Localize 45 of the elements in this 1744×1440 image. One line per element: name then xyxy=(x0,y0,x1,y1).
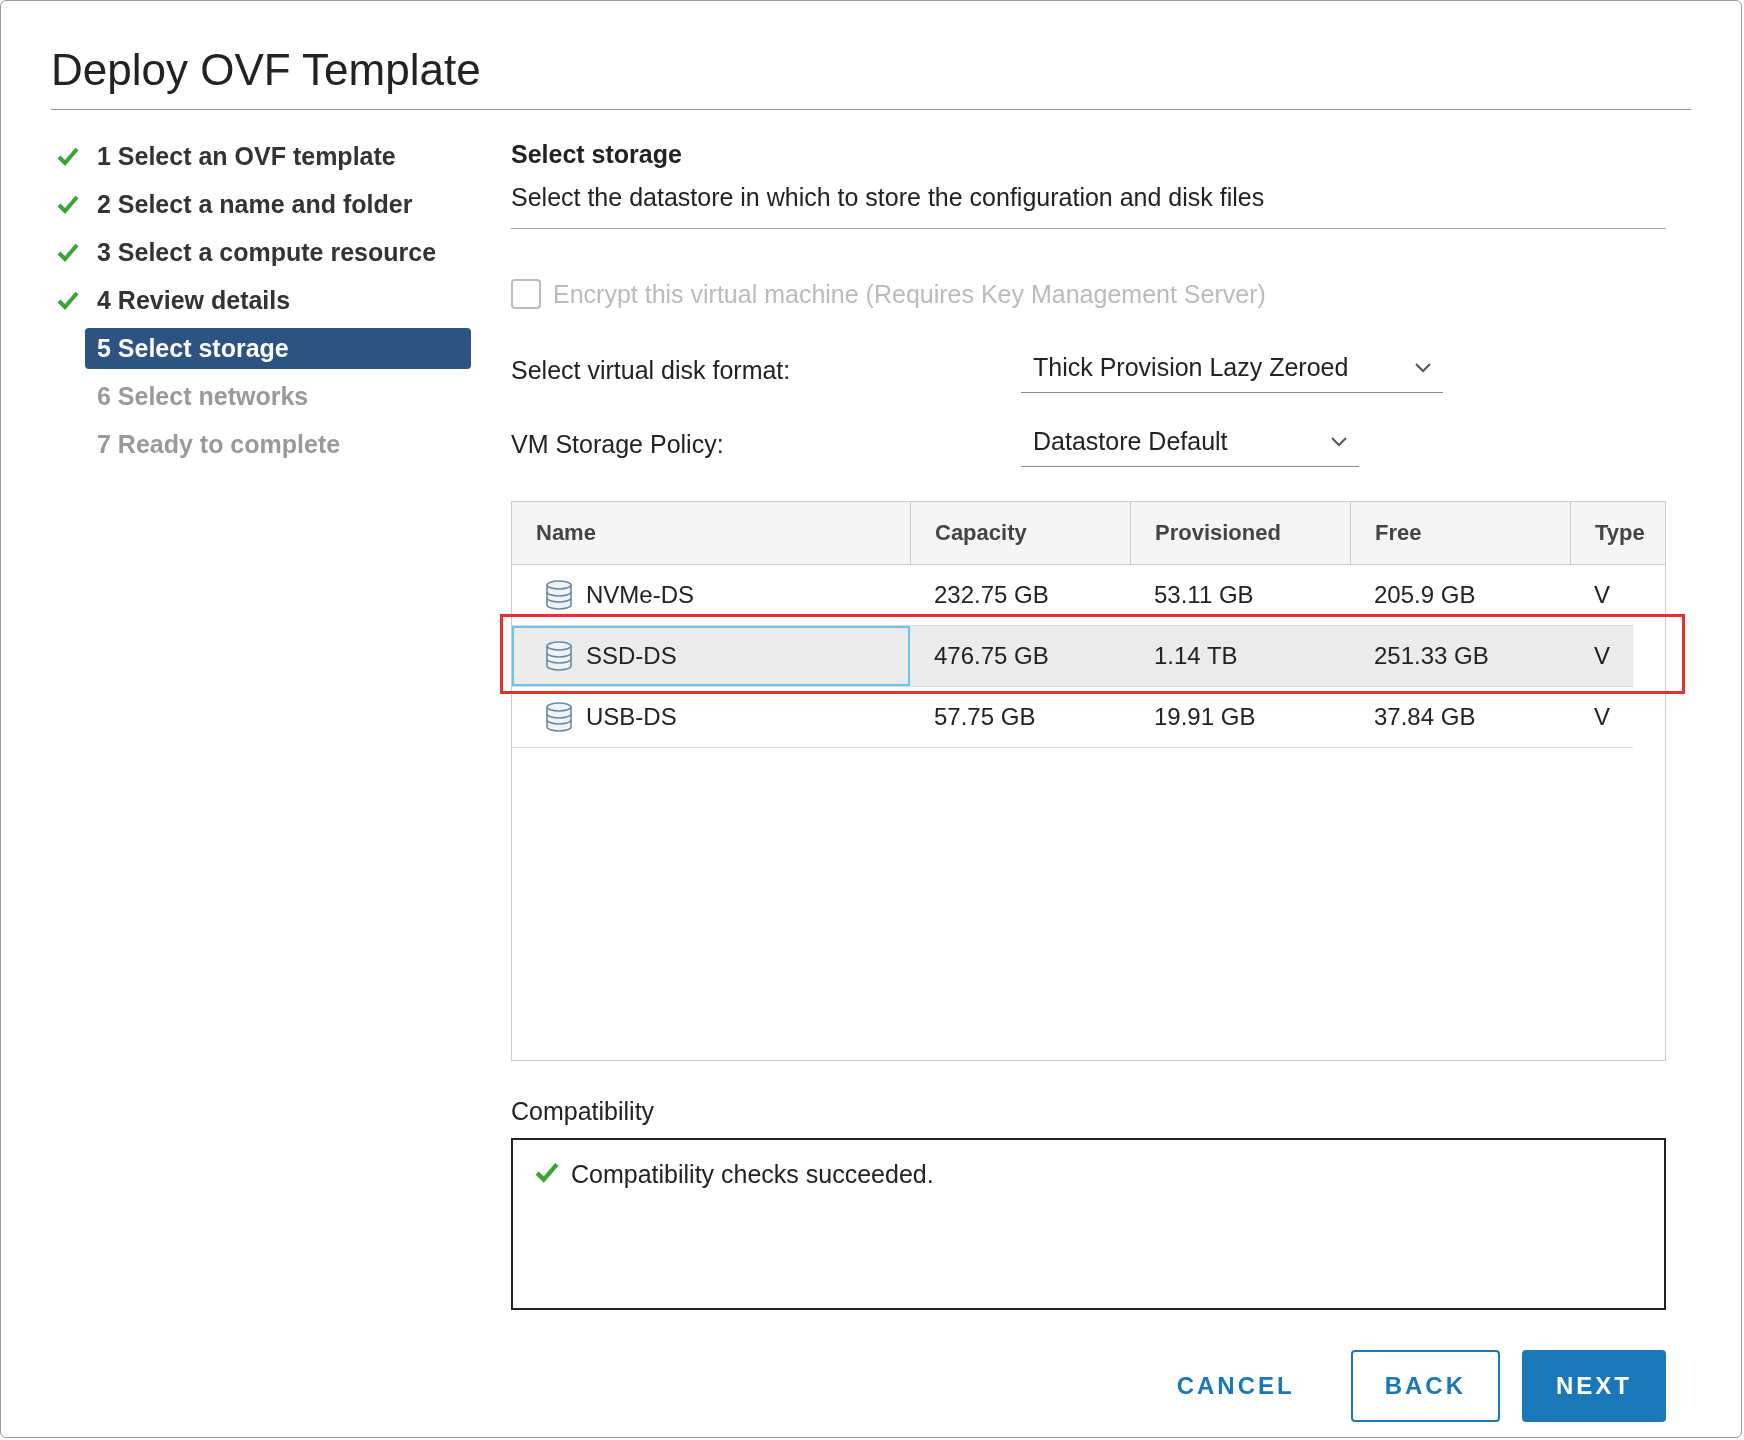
column-header[interactable]: Type xyxy=(1570,502,1665,564)
caret-icon xyxy=(1415,362,1431,373)
check-icon xyxy=(535,1160,559,1184)
table-cell: 53.11 GB xyxy=(1154,581,1254,609)
table-cell: SSD-DS xyxy=(586,642,677,670)
window-title: Deploy OVF Template xyxy=(51,45,1691,110)
caret-icon xyxy=(1331,436,1347,447)
table-row[interactable]: SSD-DS 476.75 GB 1.14 TB 251.33 GB V xyxy=(512,626,1633,687)
table-cell: 1.14 TB xyxy=(1154,642,1238,670)
storage-policy-dropdown[interactable]: Datastore Default xyxy=(1021,421,1359,467)
page-subtitle: Select the datastore in which to store the configuration and disk files xyxy=(511,183,1666,229)
dialog-button[interactable]: BACK xyxy=(1350,1350,1500,1422)
table-cell: 205.9 GB xyxy=(1374,581,1476,609)
column-header[interactable]: Capacity xyxy=(910,502,1130,564)
table-row[interactable]: USB-DS 57.75 GB 19.91 GB 37.84 GB V xyxy=(512,687,1633,748)
table-cell: 19.91 GB xyxy=(1154,703,1256,731)
wizard-step[interactable]: 3 Select a compute resource xyxy=(85,231,471,273)
wizard-step[interactable]: 5 Select storage xyxy=(85,327,471,369)
table-cell: NVMe-DS xyxy=(586,581,694,609)
disk-format-label: Select virtual disk format: xyxy=(511,355,792,385)
dialog-button[interactable]: NEXT xyxy=(1522,1350,1666,1422)
database-icon xyxy=(546,702,572,732)
compatibility-label: Compatibility xyxy=(511,1097,656,1126)
table-cell: USB-DS xyxy=(586,703,677,731)
table-cell: V xyxy=(1594,642,1610,670)
database-icon xyxy=(546,641,572,671)
table-cell: V xyxy=(1594,703,1610,731)
compatibility-message: Compatibility checks succeeded. xyxy=(571,1160,934,1189)
table-cell: 476.75 GB xyxy=(934,642,1049,670)
column-header[interactable]: Provisioned xyxy=(1130,502,1350,564)
storage-policy-label: VM Storage Policy: xyxy=(511,429,725,459)
column-header[interactable]: Free xyxy=(1350,502,1570,564)
table-cell: 37.84 GB xyxy=(1374,703,1476,731)
disk-format-dropdown[interactable]: Thick Provision Lazy Zeroed xyxy=(1021,347,1443,393)
page-title: Select storage xyxy=(511,140,683,169)
wizard-step[interactable]: 1 Select an OVF template xyxy=(85,135,471,177)
wizard-step[interactable]: 4 Review details xyxy=(85,279,471,321)
table-cell: V xyxy=(1594,581,1610,609)
table-cell: 232.75 GB xyxy=(934,581,1049,609)
database-icon xyxy=(546,580,572,610)
table-cell: 251.33 GB xyxy=(1374,642,1489,670)
column-header[interactable]: Name xyxy=(512,502,910,564)
table-cell: 57.75 GB xyxy=(934,703,1036,731)
encrypt-label: Encrypt this virtual machine (Requires Key Management Server) xyxy=(553,279,1266,309)
wizard-step[interactable]: 2 Select a name and folder xyxy=(85,183,471,225)
